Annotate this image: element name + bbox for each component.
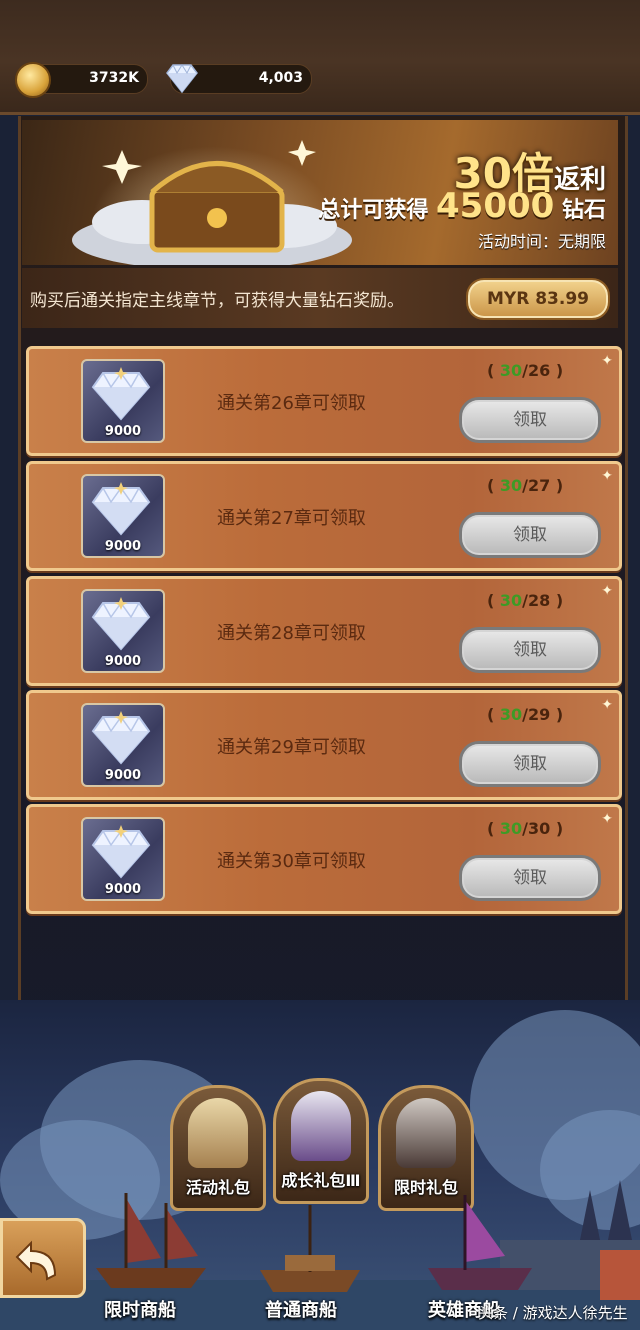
diamond-icon [91, 711, 151, 765]
reward-row: 9000 通关第30章可领取 ( 30/30 ) 领取 ✦ [26, 804, 622, 914]
diamond-icon [91, 825, 151, 879]
event-pack-avatar [188, 1098, 248, 1168]
reward-condition: 通关第27章可领取 [217, 508, 366, 529]
limited-ship-label[interactable]: 限时商船 [104, 1296, 176, 1322]
diamond-reward-icon: 9000 [81, 817, 165, 901]
reward-amount: 9000 [104, 424, 142, 439]
diamond-icon [166, 64, 198, 94]
limited-ship-icon[interactable] [86, 1188, 216, 1298]
purchase-bar: 购买后通关指定主线章节，可获得大量钻石奖励。 MYR 83.99 [22, 268, 618, 328]
diamond-value: 4,003 [258, 70, 303, 86]
sparkle-icon: ✦ [601, 353, 613, 369]
reward-progress: ( 30/28 ) [487, 591, 564, 610]
reward-condition: 通关第28章可领取 [217, 623, 366, 644]
sparkle-icon: ✦ [601, 468, 613, 484]
normal-ship-label[interactable]: 普通商船 [265, 1296, 337, 1322]
claim-button[interactable]: 领取 [459, 397, 601, 443]
reward-progress: ( 30/29 ) [487, 705, 564, 724]
reward-progress: ( 30/26 ) [487, 361, 564, 380]
normal-ship-icon[interactable] [255, 1200, 365, 1300]
top-bar: 3732K 4,003 [0, 0, 640, 115]
promo-time: 活动时间：无期限 [477, 232, 606, 251]
gold-value: 3732K [89, 70, 139, 86]
diamond-counter[interactable]: 4,003 [166, 64, 312, 94]
reward-condition: 通关第30章可领取 [217, 851, 366, 872]
hero-ship-icon[interactable] [420, 1190, 540, 1300]
promo-banner: 30倍返利 总计可获得 45000 钻石 活动时间：无期限 [22, 120, 618, 265]
back-arrow-icon [15, 1240, 57, 1281]
reward-amount: 9000 [104, 768, 142, 783]
gold-counter[interactable]: 3732K [15, 62, 148, 98]
reward-progress: ( 30/27 ) [487, 476, 564, 495]
diamond-reward-icon: 9000 [81, 703, 165, 787]
growth-pack-avatar [291, 1091, 351, 1161]
sparkle-icon: ✦ [601, 583, 613, 599]
diamond-reward-icon: 9000 [81, 589, 165, 673]
reward-row: 9000 通关第28章可领取 ( 30/28 ) 领取 ✦ [26, 576, 622, 686]
reward-row: 9000 通关第29章可领取 ( 30/29 ) 领取 ✦ [26, 690, 622, 800]
claim-button[interactable]: 领取 [459, 627, 601, 673]
reward-condition: 通关第26章可领取 [217, 393, 366, 414]
claim-button[interactable]: 领取 [459, 855, 601, 901]
watermark: 头条 / 游戏达人徐先生 [478, 1304, 628, 1322]
sparkle-icon: ✦ [601, 811, 613, 827]
gold-coin-icon [15, 62, 51, 98]
back-button[interactable] [0, 1218, 86, 1298]
buy-button[interactable]: MYR 83.99 [466, 278, 610, 320]
diamond-reward-icon: 9000 [81, 474, 165, 558]
claim-button[interactable]: 领取 [459, 741, 601, 787]
diamond-icon [91, 597, 151, 651]
growth-pack-label: 成长礼包Ⅲ [281, 1171, 361, 1190]
reward-condition: 通关第29章可领取 [217, 737, 366, 758]
reward-amount: 9000 [104, 882, 142, 897]
claim-button[interactable]: 领取 [459, 512, 601, 558]
diamond-icon [91, 482, 151, 536]
diamond-icon [91, 367, 151, 421]
growth-pack-button[interactable]: 成长礼包Ⅲ [273, 1078, 369, 1204]
diamond-reward-icon: 9000 [81, 359, 165, 443]
purchase-description: 购买后通关指定主线章节，可获得大量钻石奖励。 [30, 291, 404, 311]
limited-pack-avatar [396, 1098, 456, 1168]
reward-amount: 9000 [104, 654, 142, 669]
reward-row: 9000 通关第26章可领取 ( 30/26 ) 领取 ✦ [26, 346, 622, 456]
reward-progress: ( 30/30 ) [487, 819, 564, 838]
sparkle-icon: ✦ [601, 697, 613, 713]
promo-total: 总计可获得 45000 钻石 [318, 186, 606, 226]
reward-amount: 9000 [104, 539, 142, 554]
reward-row: 9000 通关第27章可领取 ( 30/27 ) 领取 ✦ [26, 461, 622, 571]
